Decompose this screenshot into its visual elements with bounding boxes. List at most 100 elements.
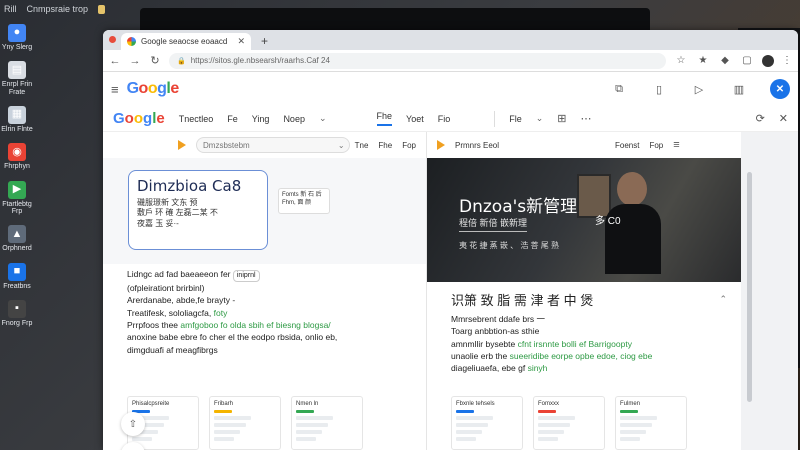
refresh-icon[interactable]: ⟳ <box>756 112 765 125</box>
hamburger-menu-icon[interactable]: ≡ <box>111 82 119 97</box>
star-icon[interactable]: ★ <box>696 55 710 66</box>
upload-icon[interactable]: ⇧ <box>121 412 145 436</box>
chevron-down-icon[interactable]: ⌄ <box>338 141 345 150</box>
text-segment: Treatifesk, sololiagcfa, <box>127 307 214 318</box>
menu-kebab-icon[interactable]: ⋮ <box>782 55 792 66</box>
toolbar-link[interactable]: Fhe <box>378 141 392 150</box>
hero-tag: 多 C0 <box>595 216 621 227</box>
nav-item[interactable]: Ying <box>252 114 270 124</box>
extensions-icon[interactable]: ◆ <box>718 55 732 66</box>
app-icon: ▶ <box>8 180 26 199</box>
folder-icon[interactable] <box>98 4 106 14</box>
handwritten-card[interactable]: Dimzbioa Ca8 磯服璟新 文东 预 敷戶 环 確 左磊二某 不 夜嘉 … <box>128 170 268 250</box>
mini-card-row <box>538 423 570 427</box>
annotation-chip[interactable]: Fomts 新 石 后 Fhm, 面 颜 <box>278 188 330 214</box>
toolbar-link[interactable]: Fop <box>649 141 663 150</box>
scan-icon[interactable]: ▣ <box>121 442 145 450</box>
text-line: Lidngc ad fad baeaeeon fer iniprnl <box>127 268 402 283</box>
chevron-icon[interactable]: ⌃ <box>719 294 727 305</box>
close-tab-icon[interactable]: ✕ <box>237 36 245 47</box>
back-icon[interactable]: ← <box>109 55 121 67</box>
chevron-down-icon[interactable]: ⌄ <box>319 113 327 124</box>
more-icon[interactable]: ⋯ <box>581 112 592 125</box>
toolbar-link[interactable]: Tne <box>355 141 369 150</box>
nav-item[interactable]: Tnectleo <box>179 114 214 124</box>
nav-item[interactable]: Noep <box>283 114 305 124</box>
search-subbar: Google Tnectleo Fe Ying Noep ⌄ Fhe Yoet … <box>103 106 798 132</box>
mini-card-row <box>538 430 565 434</box>
highlighted-text[interactable]: foty <box>214 308 228 318</box>
search-label[interactable]: Prmnrs Eeol <box>455 141 605 150</box>
profile-avatar[interactable] <box>762 54 774 67</box>
text-line: dimgduafi af meagfibrgs <box>127 344 402 356</box>
mini-card[interactable]: Fomxxx <box>533 396 605 450</box>
media-icon[interactable]: ▷ <box>688 78 710 100</box>
desktop-icon-label: Yny Slerg <box>1 44 33 51</box>
desktop-icon[interactable]: ▲ Orphnerd <box>2 225 32 252</box>
mini-card[interactable]: Fribarh <box>209 396 281 450</box>
result-title[interactable]: 识箫 致 脂 需 津 者 中 煲 ⌃ <box>427 282 741 311</box>
hero-image[interactable]: Dnzoa's新管理 程倍 新倍 嵌新理 夷 花 捷 蒸 嵌 、 浩 菩 尾 熟… <box>427 158 741 282</box>
sidepanel-icon[interactable]: ▢ <box>740 55 754 66</box>
google-logo[interactable]: Google <box>127 80 180 98</box>
mini-card-row <box>456 416 494 420</box>
desktop-icon[interactable]: ▦ Elrin Flnte <box>1 106 33 133</box>
nav-item[interactable]: Fe <box>227 114 238 124</box>
address-bar[interactable]: 🔒 https://sitos.gle.nbsearsh/raarhs.Caf … <box>169 52 666 69</box>
reload-icon[interactable]: ↻ <box>149 54 161 67</box>
play-icon[interactable] <box>178 140 186 150</box>
tab-title: Google seaocse eoaacd <box>141 37 228 46</box>
panel-icon[interactable]: ▥ <box>728 78 750 100</box>
close-icon[interactable]: ✕ <box>779 112 788 125</box>
mini-card[interactable]: Nmen ln <box>291 396 363 450</box>
toolbar-link[interactable]: Fop <box>402 141 416 150</box>
grid-icon[interactable]: ⊞ <box>557 112 566 125</box>
google-logo[interactable]: Google <box>113 110 165 127</box>
browser-tab[interactable]: Google seaocse eoaacd ✕ <box>121 33 251 50</box>
highlighted-text[interactable]: sueeridibe eorpe opbe edoe, ciog ebe <box>510 351 653 361</box>
highlighted-text[interactable]: amfgoboo fo olda sbih ef biesng blogsa/ <box>180 320 330 330</box>
topbar-item[interactable]: Rill <box>4 4 17 14</box>
chevron-down-icon[interactable]: ⌄ <box>536 113 544 124</box>
logo-letter: o <box>124 110 134 127</box>
nav-item[interactable]: Fio <box>438 114 451 124</box>
desktop-topbar: Rill Cnmpsraie trop <box>0 0 800 18</box>
highlighted-text[interactable]: sinyh <box>528 363 548 373</box>
menu-icon[interactable]: ≡ <box>673 139 679 151</box>
desktop-icon[interactable]: ■ Freatbns <box>3 262 31 290</box>
copy-icon[interactable]: ⧉ <box>608 78 630 100</box>
text-segment: amnmllir bysebte <box>451 338 518 349</box>
desktop-icon[interactable]: ▪ Fnorg Frp <box>2 300 32 327</box>
desktop-icon[interactable]: ● Yny Slerg <box>2 24 32 51</box>
play-icon[interactable] <box>437 140 445 150</box>
app-icon: ◉ <box>8 143 26 162</box>
mini-card[interactable]: Fbxnle tehsels <box>451 396 523 450</box>
address-url: https://sitos.gle.nbsearsh/raarhs.Caf 24 <box>190 56 330 65</box>
mini-card-title: Phisalcpsreite <box>132 401 170 407</box>
logo-letter: g <box>143 110 153 127</box>
scrollbar-thumb[interactable] <box>747 172 752 402</box>
desktop-icon[interactable]: ▶ Ftartlebtg Frp <box>0 180 34 216</box>
logo-letter: o <box>133 110 144 127</box>
desktop-icon[interactable]: ◉ Fhrphyn <box>4 143 30 170</box>
account-avatar[interactable]: ✕ <box>770 79 790 99</box>
nav-item-active[interactable]: Fhe <box>376 111 393 126</box>
close-window-button[interactable] <box>109 36 116 43</box>
bookmark-star-icon[interactable]: ☆ <box>674 55 688 66</box>
desktop-icon[interactable]: ▤ Enrpl Frin Frate <box>0 61 34 96</box>
mini-card-row <box>214 416 252 420</box>
left-toolbar: ⌄ Tne Fhe Fop <box>103 132 426 158</box>
toolbar-link[interactable]: Foenst <box>615 141 639 150</box>
document-icon[interactable]: ▯ <box>648 78 670 100</box>
topbar-item[interactable]: Cnmpsraie trop <box>27 4 89 14</box>
nav-item[interactable]: Fle <box>509 114 522 124</box>
new-tab-button[interactable]: + <box>255 34 274 50</box>
search-input[interactable] <box>196 137 350 153</box>
mini-card[interactable]: Fulmen <box>615 396 687 450</box>
forward-icon[interactable]: → <box>129 55 141 67</box>
scrollbar-track[interactable] <box>741 132 798 450</box>
highlighted-text[interactable]: cfnt irsnnte bolli ef Barrigoopty <box>518 339 632 349</box>
nav-item[interactable]: Yoet <box>406 114 424 124</box>
inline-tag[interactable]: iniprnl <box>232 270 260 283</box>
desktop-icon-label: Fhrphyn <box>4 163 30 171</box>
